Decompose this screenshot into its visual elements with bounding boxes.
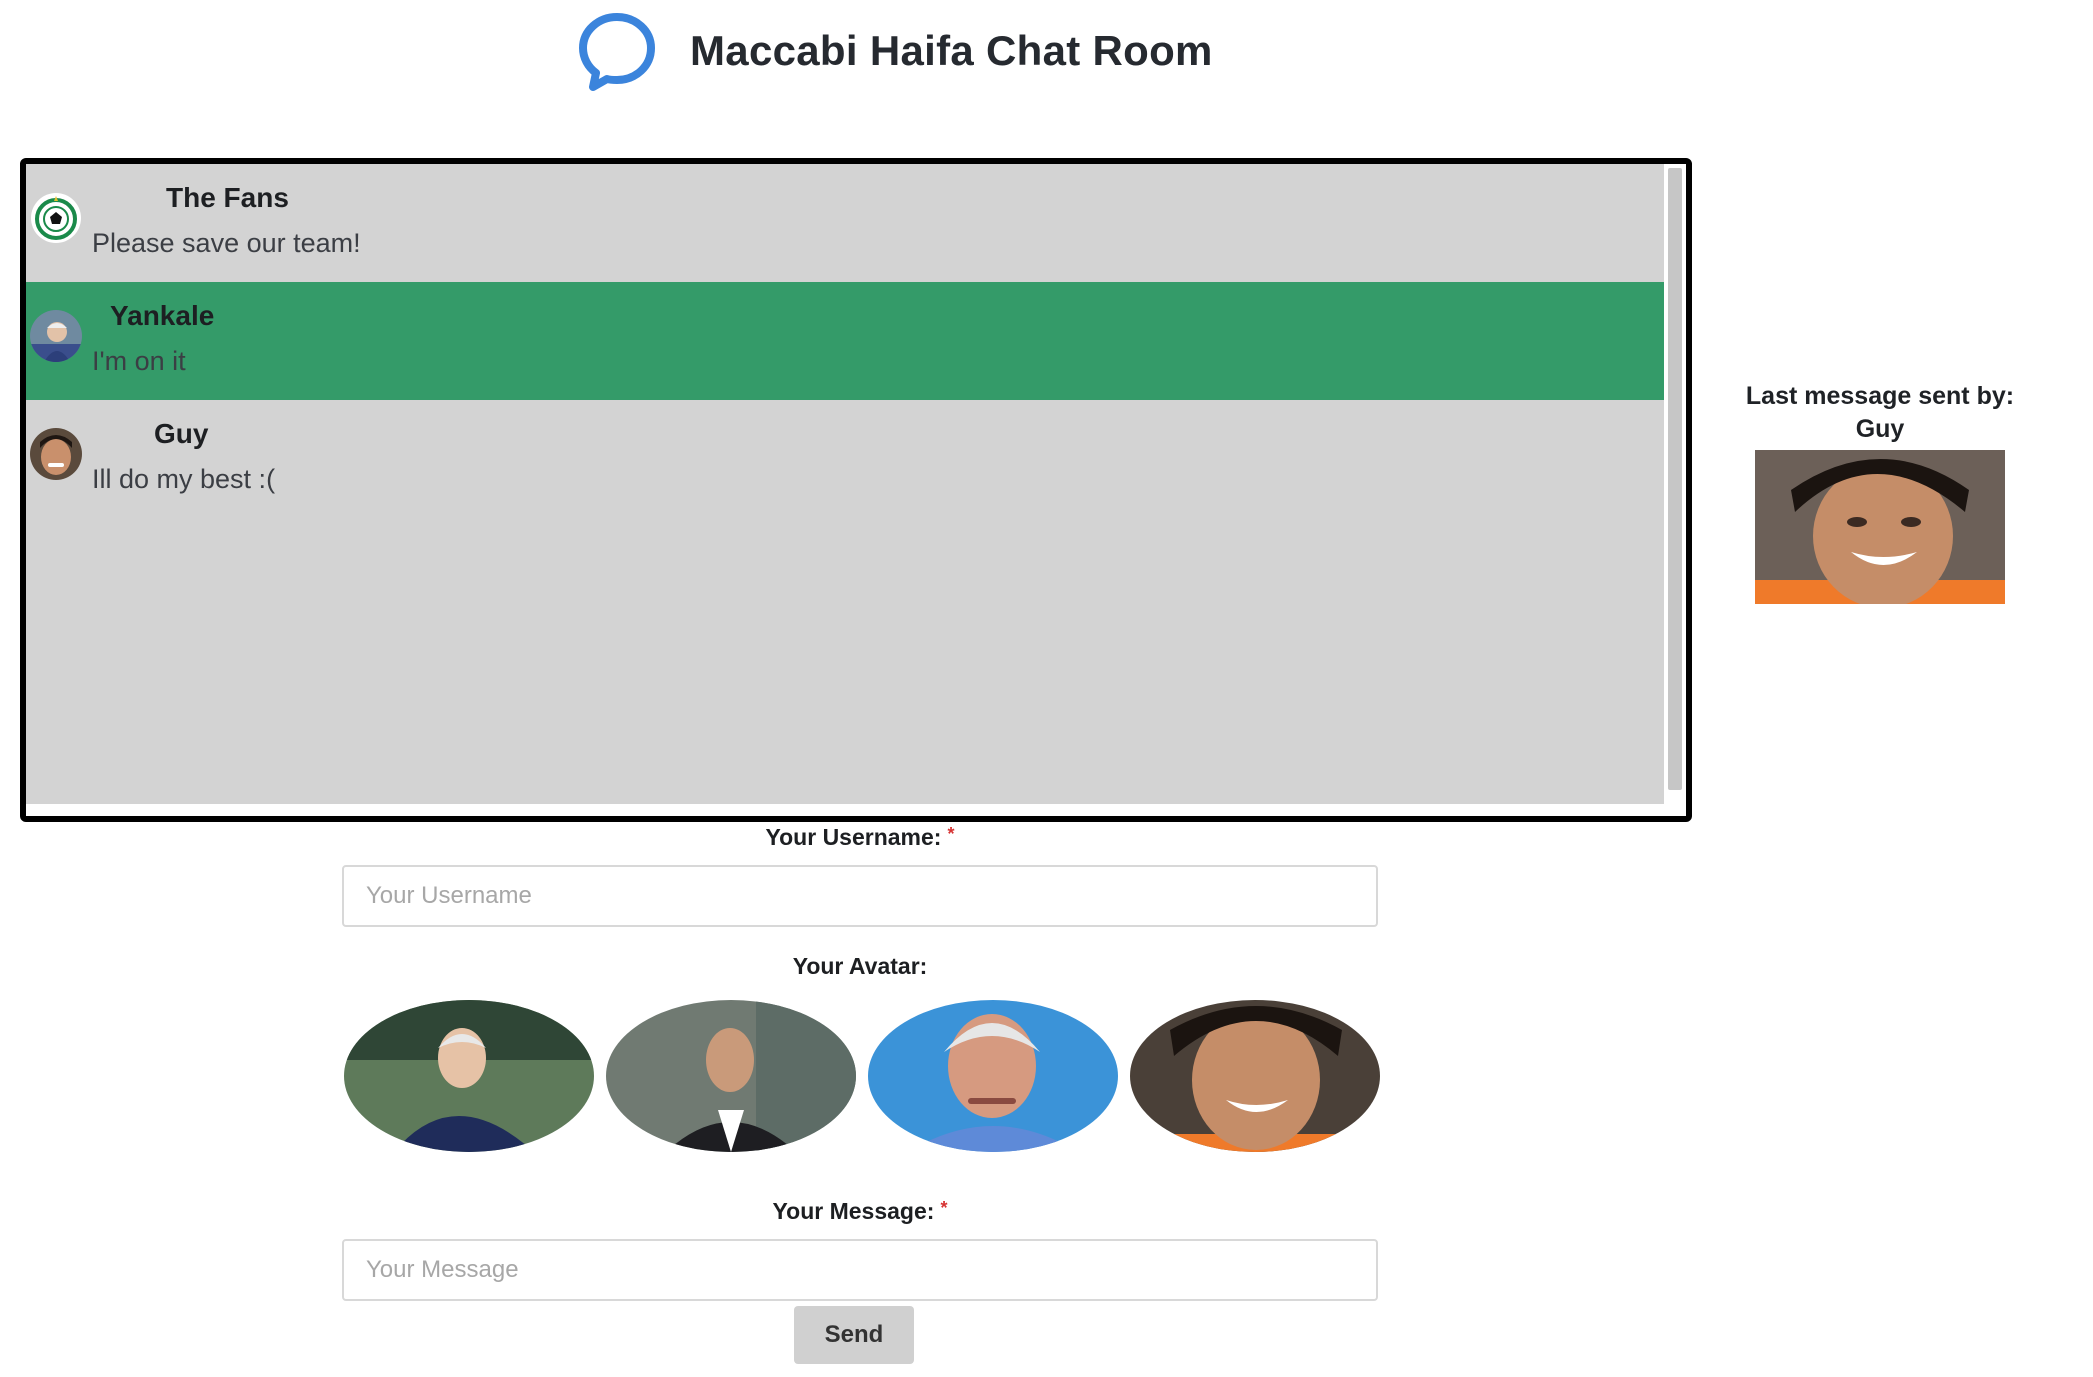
message-list: The Fans Please save our team! Yankale I… xyxy=(26,164,1664,804)
message-label-text: Your Message: xyxy=(772,1198,935,1224)
last-sender-panel: Last message sent by: Guy xyxy=(1740,380,2020,604)
guy-avatar xyxy=(30,428,82,480)
message-text: Please save our team! xyxy=(92,228,361,258)
message-item: The Fans Please save our team! xyxy=(26,164,1664,282)
message-item: Guy Ill do my best :( xyxy=(26,400,1664,518)
last-sender-avatar xyxy=(1755,450,2005,604)
message-text: Ill do my best :( xyxy=(92,464,276,494)
message-item-highlighted: Yankale I'm on it xyxy=(26,282,1664,400)
send-button[interactable]: Send xyxy=(794,1306,914,1364)
username-label-text: Your Username: xyxy=(765,824,942,850)
last-sender-label: Last message sent by: xyxy=(1745,382,2015,410)
last-sender-name: Guy xyxy=(1855,415,1905,443)
message-label: Your Message: * xyxy=(340,1198,1380,1225)
page-title: Maccabi Haifa Chat Room xyxy=(690,27,1213,74)
username-label: Your Username: * xyxy=(340,824,1380,851)
message-form: Your Username:* Your Avatar: xyxy=(340,824,1380,1364)
message-input[interactable] xyxy=(342,1239,1378,1301)
avatar-picker xyxy=(344,1000,1380,1152)
avatar-option-4[interactable] xyxy=(1130,1000,1380,1152)
page-header: Maccabi Haifa Chat Room xyxy=(574,6,1213,96)
chat-messages-panel[interactable]: The Fans Please save our team! Yankale I… xyxy=(20,158,1692,822)
message-username: Guy xyxy=(154,418,209,449)
avatar-label: Your Avatar: xyxy=(792,953,928,979)
horizontal-scrollbar[interactable] xyxy=(26,804,1664,816)
avatar-option-1[interactable] xyxy=(344,1000,594,1152)
message-username: The Fans xyxy=(166,182,289,213)
required-asterisk: * xyxy=(947,824,955,844)
avatar-option-3[interactable] xyxy=(868,1000,1118,1152)
username-input[interactable] xyxy=(342,865,1378,927)
vertical-scrollbar[interactable] xyxy=(1664,164,1686,816)
avatar-option-2[interactable] xyxy=(606,1000,856,1152)
chat-bubble-icon xyxy=(579,13,655,91)
message-text: I'm on it xyxy=(92,346,186,376)
message-username: Yankale xyxy=(110,300,215,331)
required-asterisk: * xyxy=(940,1198,948,1218)
yankale-avatar xyxy=(30,310,82,362)
scrollbar-thumb[interactable] xyxy=(1668,168,1682,790)
club-logo-icon xyxy=(31,193,81,243)
